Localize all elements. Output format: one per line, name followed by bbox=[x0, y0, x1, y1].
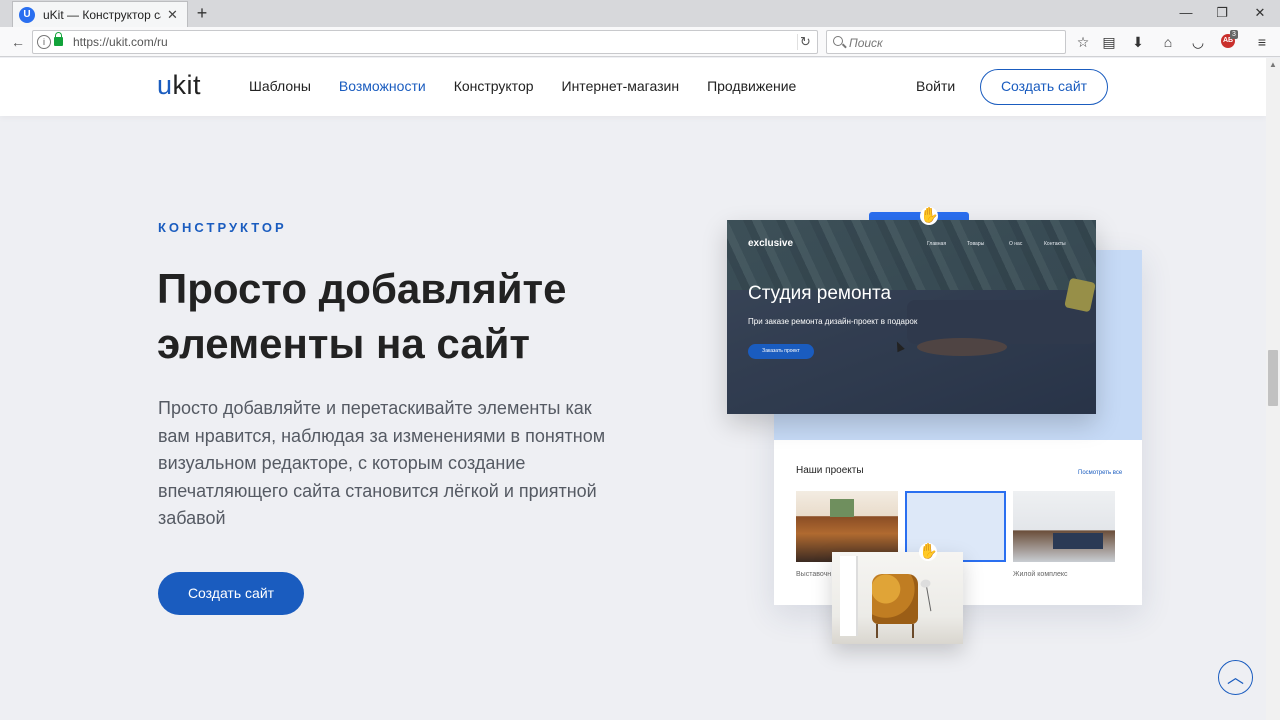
grab-hand-icon: ✋ bbox=[919, 543, 938, 561]
project-thumbnail bbox=[1013, 491, 1115, 562]
preview-nav-item: Главная bbox=[927, 241, 947, 247]
browser-tab[interactable]: U uKit — Конструктор сайт... ✕ bbox=[12, 1, 188, 27]
preview-title: Студия ремонта bbox=[748, 283, 892, 304]
preview-nav-item: Контакты bbox=[1044, 241, 1066, 247]
scroll-thumb[interactable] bbox=[1268, 350, 1278, 406]
menu-item-features[interactable]: Возможности bbox=[339, 78, 426, 94]
ukit-logo[interactable]: ukit bbox=[157, 70, 201, 101]
menu-item-promotion[interactable]: Продвижение bbox=[707, 78, 796, 94]
extension-badge: 3 bbox=[1230, 30, 1238, 39]
tab-title: uKit — Конструктор сайт... bbox=[43, 7, 161, 22]
browser-toolbar: ← i https://ukit.com/ru ↻ Поиск ☆ ▤ ⬇ ⌂ … bbox=[0, 27, 1280, 57]
create-site-header-button[interactable]: Создать сайт bbox=[980, 69, 1108, 105]
library-icon[interactable]: ▤ bbox=[1099, 32, 1119, 52]
search-field[interactable]: Поиск bbox=[826, 30, 1066, 54]
pocket-icon[interactable]: ◡ bbox=[1188, 32, 1208, 52]
site-header: ukit Шаблоны Возможности Конструктор Инт… bbox=[0, 58, 1266, 116]
scroll-up-icon[interactable]: ▲ bbox=[1269, 60, 1277, 69]
armchair-legs bbox=[876, 624, 914, 638]
menu-item-online-store[interactable]: Интернет-магазин bbox=[562, 78, 680, 94]
preview-brand: exclusive bbox=[748, 238, 794, 249]
project-caption: Жилой комплекс bbox=[1013, 571, 1068, 578]
preview-order-button: Заказать проект bbox=[748, 344, 814, 359]
tab-close-icon[interactable]: ✕ bbox=[167, 7, 178, 23]
page-scrollbar[interactable]: ▲ bbox=[1266, 58, 1280, 720]
close-window-button[interactable]: ✕ bbox=[1242, 0, 1278, 27]
dragged-chair-image bbox=[832, 552, 963, 644]
search-placeholder: Поиск bbox=[849, 36, 883, 50]
back-icon[interactable]: ← bbox=[8, 32, 28, 52]
address-bar[interactable]: i https://ukit.com/ru ↻ bbox=[32, 30, 818, 54]
bookmark-star-icon[interactable]: ☆ bbox=[1073, 32, 1093, 52]
hero-title: Просто добавляйте элементы на сайт bbox=[157, 265, 567, 367]
main-menu: Шаблоны Возможности Конструктор Интернет… bbox=[249, 78, 824, 94]
project-caption: Выставочн bbox=[796, 571, 832, 578]
login-link[interactable]: Войти bbox=[916, 78, 955, 94]
site-preview-front-card: exclusive Главная Товары О нас Контакты … bbox=[727, 220, 1096, 414]
url-text[interactable]: https://ukit.com/ru bbox=[73, 35, 168, 49]
home-icon[interactable]: ⌂ bbox=[1158, 32, 1178, 52]
minimize-button[interactable]: — bbox=[1168, 0, 1204, 27]
lock-icon bbox=[54, 32, 63, 46]
hero-description: Просто добавляйте и перетаскивайте элеме… bbox=[158, 398, 606, 528]
download-icon[interactable]: ⬇ bbox=[1128, 32, 1148, 52]
lamp-image bbox=[925, 582, 947, 612]
reload-icon[interactable]: ↻ bbox=[797, 34, 813, 50]
drag-handle-tab bbox=[869, 212, 969, 220]
menu-item-builder[interactable]: Конструктор bbox=[454, 78, 534, 94]
restore-button[interactable]: ❐ bbox=[1204, 0, 1240, 27]
window-image bbox=[840, 556, 858, 636]
create-site-button[interactable]: Создать сайт bbox=[158, 572, 304, 615]
menu-icon[interactable]: ≡ bbox=[1252, 32, 1272, 52]
new-tab-icon[interactable]: + bbox=[192, 3, 212, 23]
projects-title: Наши проекты bbox=[796, 465, 864, 476]
preview-nav-item: Товары bbox=[967, 241, 985, 247]
preview-nav-item: О нас bbox=[1009, 241, 1023, 247]
scroll-to-top-button[interactable]: ︿ bbox=[1218, 660, 1253, 695]
page-viewport: ukit Шаблоны Возможности Конструктор Инт… bbox=[0, 58, 1266, 720]
projects-see-all-link: Посмотреть все bbox=[1078, 470, 1123, 476]
preview-subtitle: При заказе ремонта дизайн-проект в подар… bbox=[748, 317, 918, 326]
armchair-image bbox=[872, 574, 918, 624]
ukit-favicon-icon: U bbox=[19, 6, 35, 23]
info-icon[interactable]: i bbox=[37, 35, 51, 49]
browser-tab-bar: U uKit — Конструктор сайт... ✕ + — ❐ ✕ bbox=[0, 0, 1280, 27]
section-eyebrow: КОНСТРУКТОР bbox=[158, 220, 287, 235]
search-icon bbox=[833, 36, 843, 46]
menu-item-templates[interactable]: Шаблоны bbox=[249, 78, 311, 94]
grab-hand-icon: ✋ bbox=[920, 207, 939, 225]
